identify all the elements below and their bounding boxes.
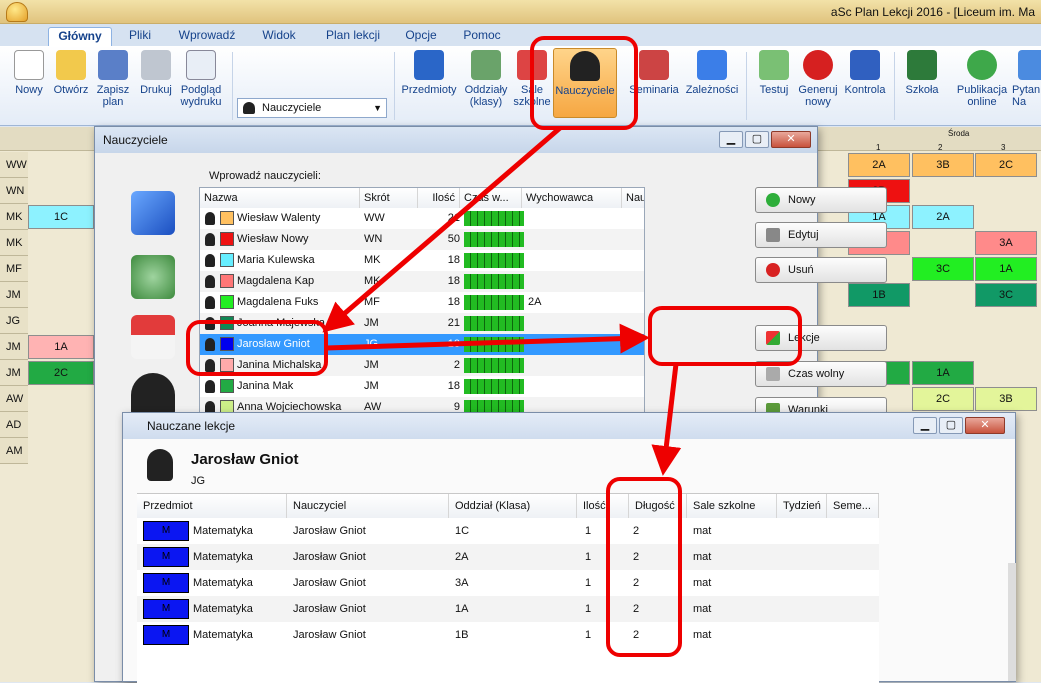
- arrow-to-lessons: [325, 323, 650, 354]
- arrow-to-length: [651, 363, 682, 476]
- annotation-arrows: [322, 126, 682, 476]
- arrow-to-teacher: [322, 126, 562, 333]
